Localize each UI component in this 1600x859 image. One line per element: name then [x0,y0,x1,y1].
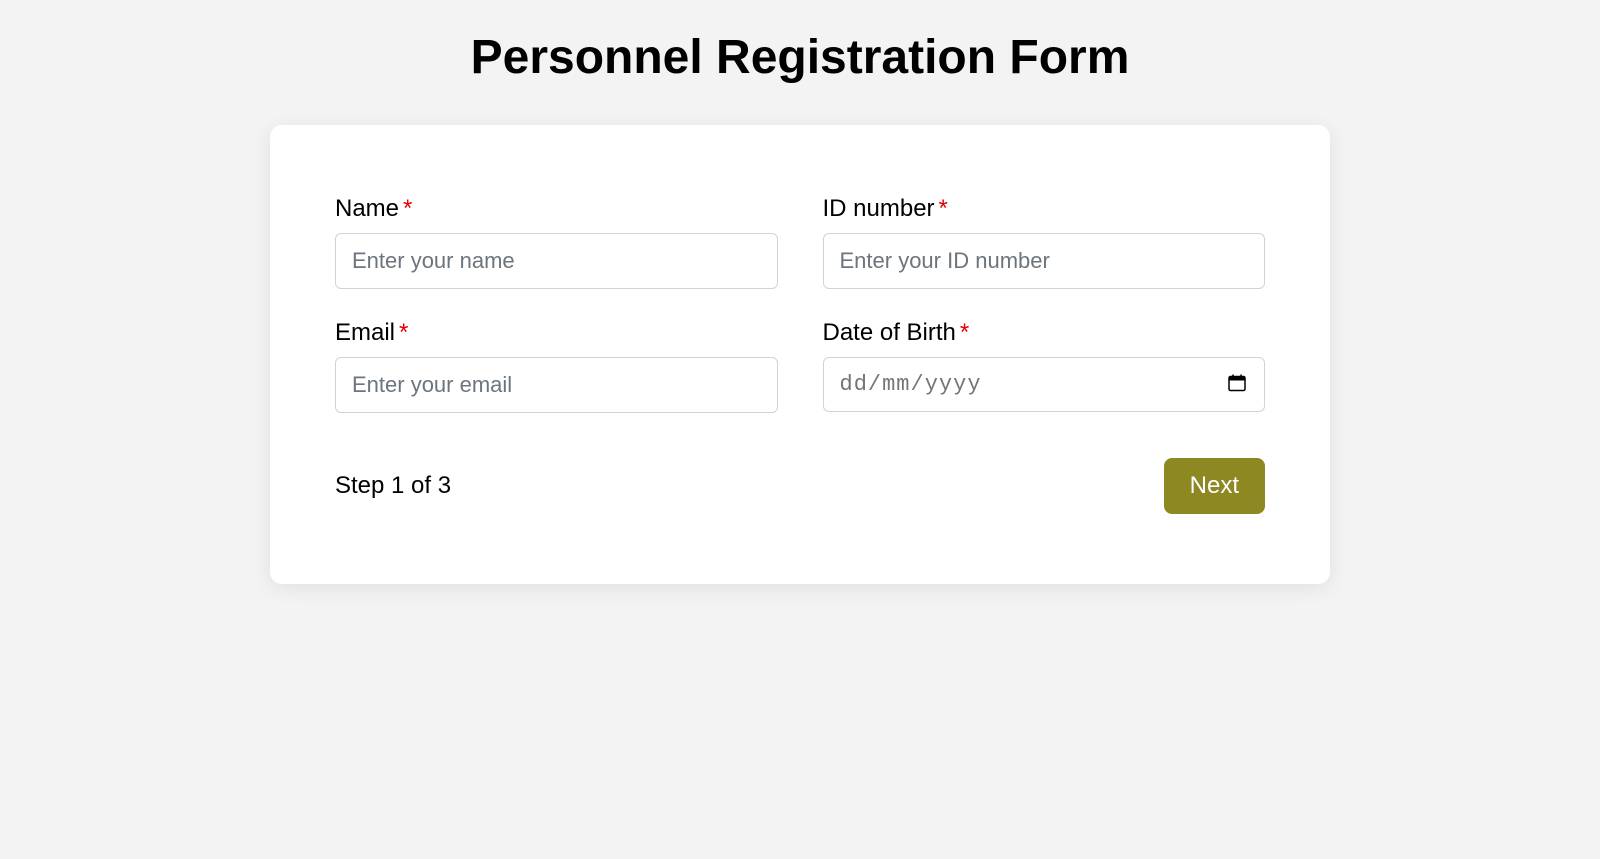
next-button[interactable]: Next [1164,458,1265,514]
required-asterisk: * [939,195,948,222]
required-asterisk: * [399,319,408,346]
required-asterisk: * [403,195,412,222]
id-number-input[interactable] [823,233,1266,289]
id-number-label: ID number* [823,195,1266,223]
page-title: Personnel Registration Form [270,30,1330,85]
name-field-group: Name* [335,195,778,289]
email-label-text: Email [335,319,395,346]
form-card: Name* ID number* Email* [270,125,1330,584]
email-label: Email* [335,319,778,347]
dob-input[interactable] [823,357,1266,412]
dob-field-group: Date of Birth* [823,319,1266,413]
required-asterisk: * [960,319,969,346]
name-input[interactable] [335,233,778,289]
id-number-label-text: ID number [823,195,935,222]
dob-label: Date of Birth* [823,319,1266,347]
name-label-text: Name [335,195,399,222]
name-label: Name* [335,195,778,223]
id-number-field-group: ID number* [823,195,1266,289]
dob-label-text: Date of Birth [823,319,956,346]
email-input[interactable] [335,357,778,413]
step-indicator: Step 1 of 3 [335,472,451,500]
form-footer: Step 1 of 3 Next [335,458,1265,514]
email-field-group: Email* [335,319,778,413]
